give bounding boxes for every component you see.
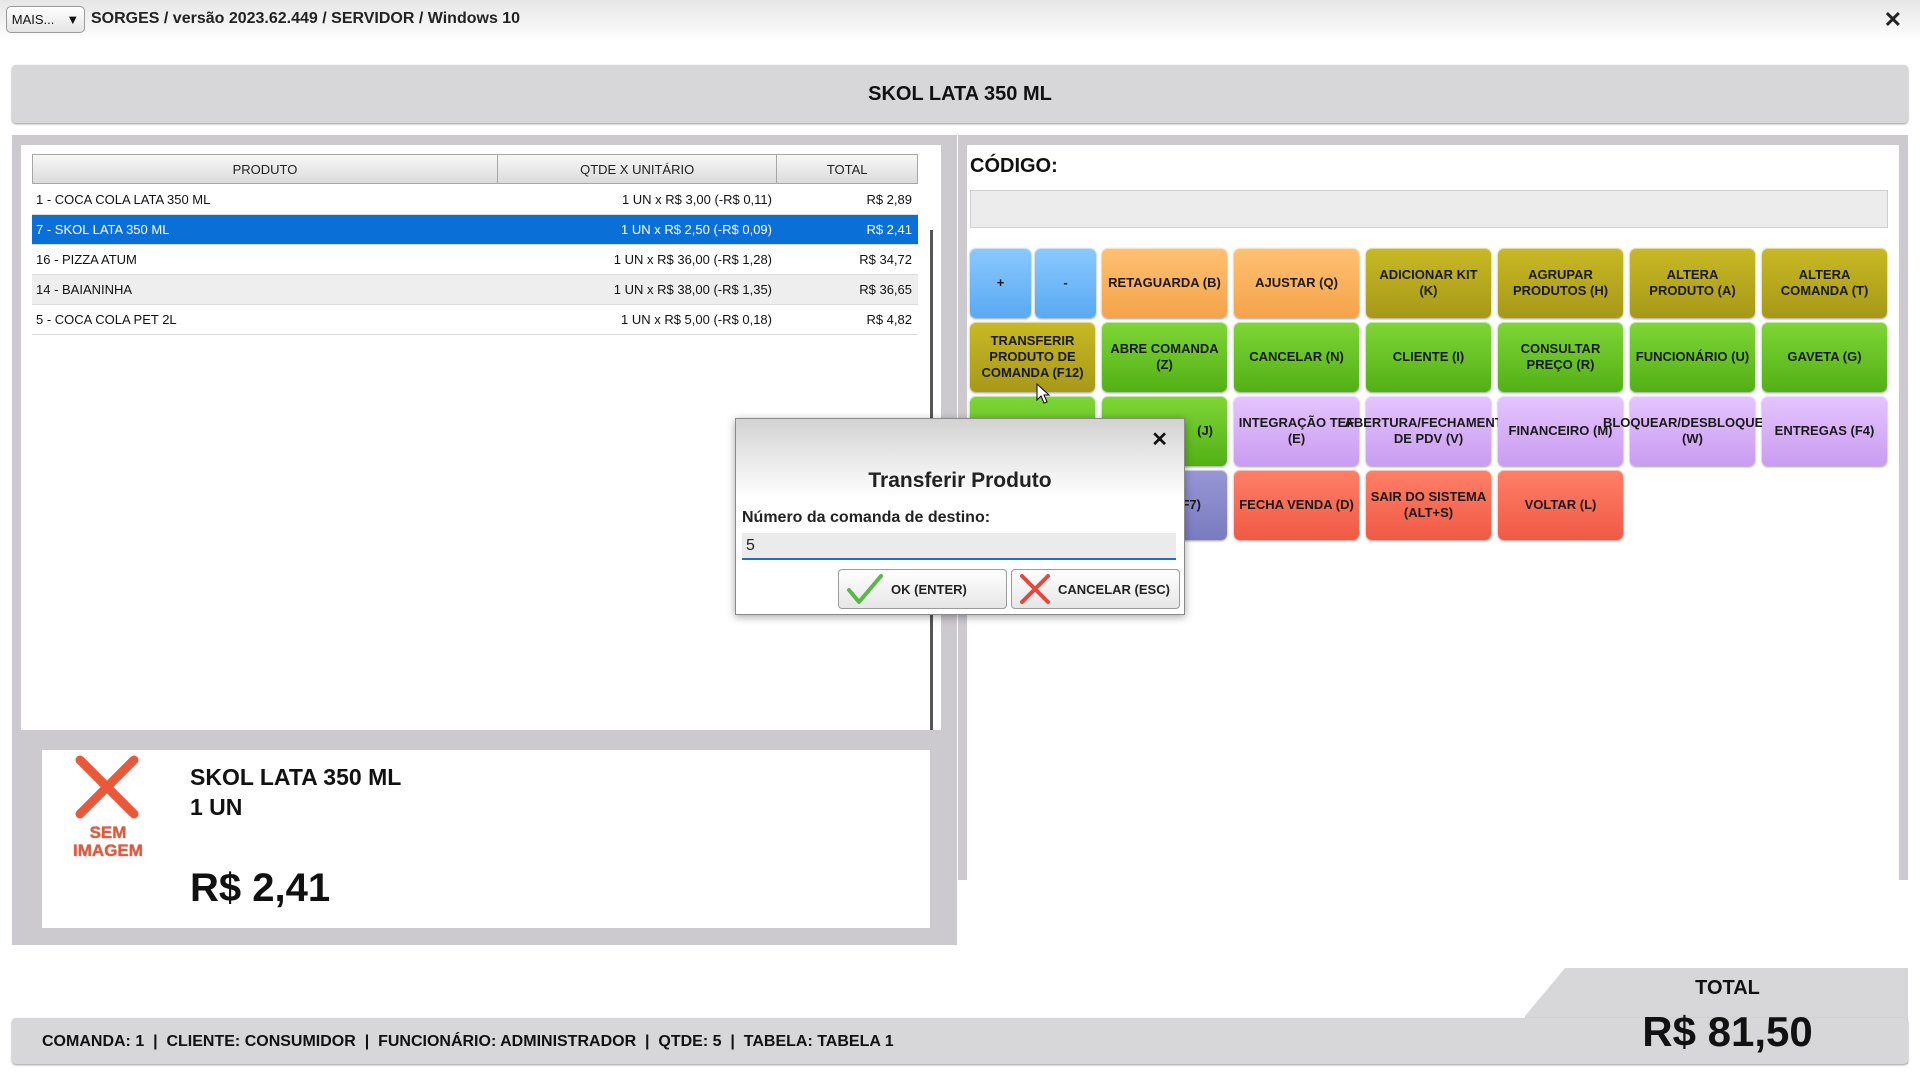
mais-menu-button[interactable]: MAIS... ▼	[6, 6, 85, 33]
table-row[interactable]: 14 - BAIANINHA 1 UN x R$ 38,00 (-R$ 1,35…	[32, 275, 918, 305]
cell-total: R$ 36,65	[859, 282, 912, 297]
cell-qtde: 1 UN x R$ 36,00 (-R$ 1,28)	[613, 252, 772, 267]
cell-qtde: 1 UN x R$ 3,00 (-R$ 0,11)	[621, 192, 772, 207]
close-icon[interactable]: ✕	[1884, 7, 1902, 33]
cliente-button[interactable]: CLIENTE (I)	[1366, 322, 1491, 392]
cell-produto: 14 - BAIANINHA	[36, 282, 133, 297]
cancel-button-label: CANCELAR (ESC)	[1058, 581, 1170, 597]
product-card-name: SKOL LATA 350 ML	[190, 764, 402, 790]
status-text: COMANDA: 1 | CLIENTE: CONSUMIDOR | FUNCI…	[42, 1033, 894, 1050]
ajustar-button[interactable]: AJUSTAR (Q)	[1234, 248, 1359, 318]
no-image-label: SEM IMAGEM	[73, 823, 143, 860]
items-table-body: 1 - COCA COLA LATA 350 ML 1 UN x R$ 3,00…	[32, 185, 918, 335]
ok-button-label: OK (ENTER)	[891, 581, 967, 597]
cell-qtde: 1 UN x R$ 5,00 (-R$ 0,18)	[620, 312, 772, 327]
cell-qtde: 1 UN x R$ 2,50 (-R$ 0,09)	[620, 222, 772, 237]
table-row[interactable]: 16 - PIZZA ATUM 1 UN x R$ 36,00 (-R$ 1,2…	[32, 245, 918, 275]
transferir-produto-dialog: ✕ Transferir Produto Número da comanda d…	[735, 418, 1185, 615]
entregas-button[interactable]: ENTREGAS (F4)	[1762, 396, 1887, 466]
voltar-button[interactable]: VOLTAR (L)	[1498, 470, 1623, 540]
cell-total: R$ 2,41	[866, 222, 912, 237]
total-label: TOTAL	[1695, 977, 1760, 999]
cell-produto: 1 - COCA COLA LATA 350 ML	[36, 192, 211, 207]
close-icon[interactable]: ✕	[1151, 427, 1168, 452]
consultar-preco-button[interactable]: CONSULTAR PREÇO (R)	[1498, 322, 1623, 392]
comanda-destino-input[interactable]	[742, 533, 1176, 560]
product-card-price: R$ 2,41	[190, 866, 331, 910]
bloquear-desbloquear-button[interactable]: BLOQUEAR/DESBLOQUEAR (W)	[1603, 396, 1782, 466]
cell-produto: 7 - SKOL LATA 350 ML	[36, 222, 170, 237]
total-value: R$ 81,50	[1642, 1008, 1813, 1055]
integracao-tef-button[interactable]: INTEGRAÇÃO TEF (E)	[1234, 396, 1359, 466]
app-title: SORGES / versão 2023.62.449 / SERVIDOR /…	[91, 10, 521, 27]
gaveta-button[interactable]: GAVETA (G)	[1762, 322, 1887, 392]
cell-total: R$ 34,72	[859, 252, 912, 267]
cell-total: R$ 4,82	[866, 312, 912, 327]
cell-produto: 16 - PIZZA ATUM	[36, 252, 137, 267]
abertura-fechamento-pdv-button[interactable]: ABERTURA/FECHAMENTO DE PDV (V)	[1344, 396, 1513, 466]
sair-sistema-button[interactable]: SAIR DO SISTEMA (ALT+S)	[1366, 470, 1491, 540]
funcionario-button[interactable]: FUNCIONÁRIO (U)	[1630, 322, 1755, 392]
transferir-produto-button[interactable]: TRANSFERIR PRODUTO DE COMANDA (F12)	[970, 322, 1095, 392]
altera-produto-button[interactable]: ALTERA PRODUTO (A)	[1630, 248, 1755, 318]
cancel-x-icon	[1020, 574, 1050, 604]
ok-button[interactable]: OK (ENTER)	[838, 569, 1007, 609]
table-row[interactable]: 1 - COCA COLA LATA 350 ML 1 UN x R$ 3,00…	[32, 185, 918, 215]
dialog-title: Transferir Produto	[868, 469, 1052, 492]
current-product-header: SKOL LATA 350 ML	[12, 65, 1908, 123]
chevron-down-icon: ▼	[66, 12, 80, 27]
column-header-total[interactable]: TOTAL	[777, 155, 917, 183]
mouse-cursor-icon	[1036, 383, 1051, 404]
product-card-inner	[42, 750, 930, 928]
items-table-header: PRODUTO QTDE X UNITÁRIO TOTAL	[32, 154, 918, 184]
cell-total: R$ 2,89	[866, 192, 912, 207]
product-card-qty: 1 UN	[190, 794, 243, 820]
abre-comanda-button[interactable]: ABRE COMANDA (Z)	[1102, 322, 1227, 392]
codigo-input[interactable]	[970, 190, 1888, 228]
title-bar: MAIS... ▼ SORGES / versão 2023.62.449 / …	[0, 0, 1920, 42]
fecha-venda-button[interactable]: FECHA VENDA (D)	[1234, 470, 1359, 540]
mais-menu-label: MAIS...	[11, 12, 55, 27]
cancel-button[interactable]: CANCELAR (ESC)	[1011, 569, 1180, 609]
table-row-selected[interactable]: 7 - SKOL LATA 350 ML 1 UN x R$ 2,50 (-R$…	[32, 215, 918, 245]
cancelar-item-button[interactable]: CANCELAR (N)	[1234, 322, 1359, 392]
cell-produto: 5 - COCA COLA PET 2L	[36, 312, 177, 327]
comanda-destino-label: Número da comanda de destino:	[742, 509, 991, 526]
agrupar-produtos-button[interactable]: AGRUPAR PRODUTOS (H)	[1498, 248, 1623, 318]
table-row[interactable]: 5 - COCA COLA PET 2L 1 UN x R$ 5,00 (-R$…	[32, 305, 918, 335]
no-image-icon	[75, 755, 139, 819]
altera-comanda-button[interactable]: ALTERA COMANDA (T)	[1762, 248, 1887, 318]
retaguarda-button[interactable]: RETAGUARDA (B)	[1102, 248, 1227, 318]
minus-button[interactable]: -	[1035, 248, 1096, 318]
cell-qtde: 1 UN x R$ 38,00 (-R$ 1,35)	[613, 282, 772, 297]
adicionar-kit-button[interactable]: ADICIONAR KIT (K)	[1366, 248, 1491, 318]
codigo-label: CÓDIGO:	[970, 155, 1058, 177]
column-header-produto[interactable]: PRODUTO	[33, 155, 498, 183]
checkmark-icon	[847, 574, 883, 604]
plus-button[interactable]: +	[970, 248, 1031, 318]
column-header-qtde[interactable]: QTDE X UNITÁRIO	[498, 155, 778, 183]
